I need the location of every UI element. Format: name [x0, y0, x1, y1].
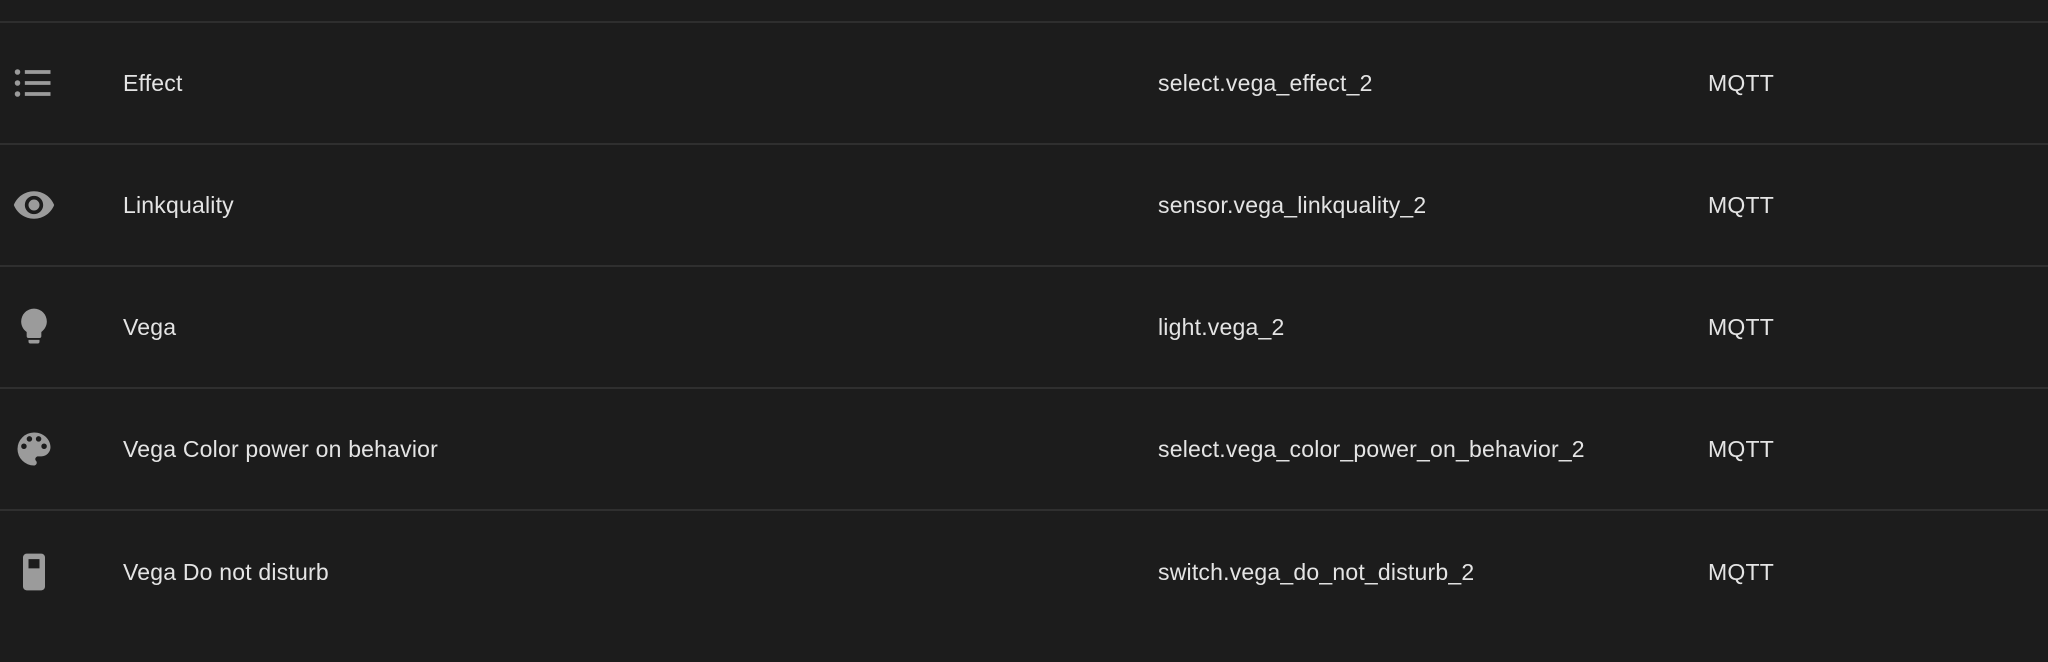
- entity-id: sensor.vega_linkquality_2: [1158, 191, 1427, 218]
- integration-name: MQTT: [1708, 69, 1774, 96]
- entity-name: Vega Color power on behavior: [123, 435, 439, 462]
- entity-id: light.vega_2: [1158, 313, 1285, 340]
- table-row[interactable]: Linkquality sensor.vega_linkquality_2 MQ…: [0, 145, 2048, 267]
- integration-name: MQTT: [1708, 558, 1774, 585]
- table-row[interactable]: Vega Color power on behavior select.vega…: [0, 389, 2048, 511]
- entity-id: select.vega_color_power_on_behavior_2: [1158, 435, 1585, 462]
- entities-table: Effect select.vega_effect_2 MQTT Linkqua…: [0, 21, 2048, 662]
- palette-icon: [0, 427, 68, 471]
- entity-name: Vega Do not disturb: [123, 558, 329, 585]
- integration-name: MQTT: [1708, 435, 1774, 462]
- entity-name: Effect: [123, 69, 183, 96]
- eye-icon: [0, 183, 68, 227]
- entity-id: select.vega_effect_2: [1158, 69, 1373, 96]
- entity-id: switch.vega_do_not_disturb_2: [1158, 558, 1475, 585]
- toggle-switch-icon: [0, 550, 68, 594]
- entity-name: Vega: [123, 313, 177, 340]
- integration-name: MQTT: [1708, 191, 1774, 218]
- format-list-bulleted-icon: [0, 61, 68, 105]
- table-row[interactable]: Vega Do not disturb switch.vega_do_not_d…: [0, 511, 2048, 633]
- table-row[interactable]: Vega light.vega_2 MQTT: [0, 267, 2048, 389]
- lightbulb-icon: [0, 305, 68, 349]
- integration-name: MQTT: [1708, 313, 1774, 340]
- table-row[interactable]: Effect select.vega_effect_2 MQTT: [0, 23, 2048, 145]
- entity-name: Linkquality: [123, 191, 234, 218]
